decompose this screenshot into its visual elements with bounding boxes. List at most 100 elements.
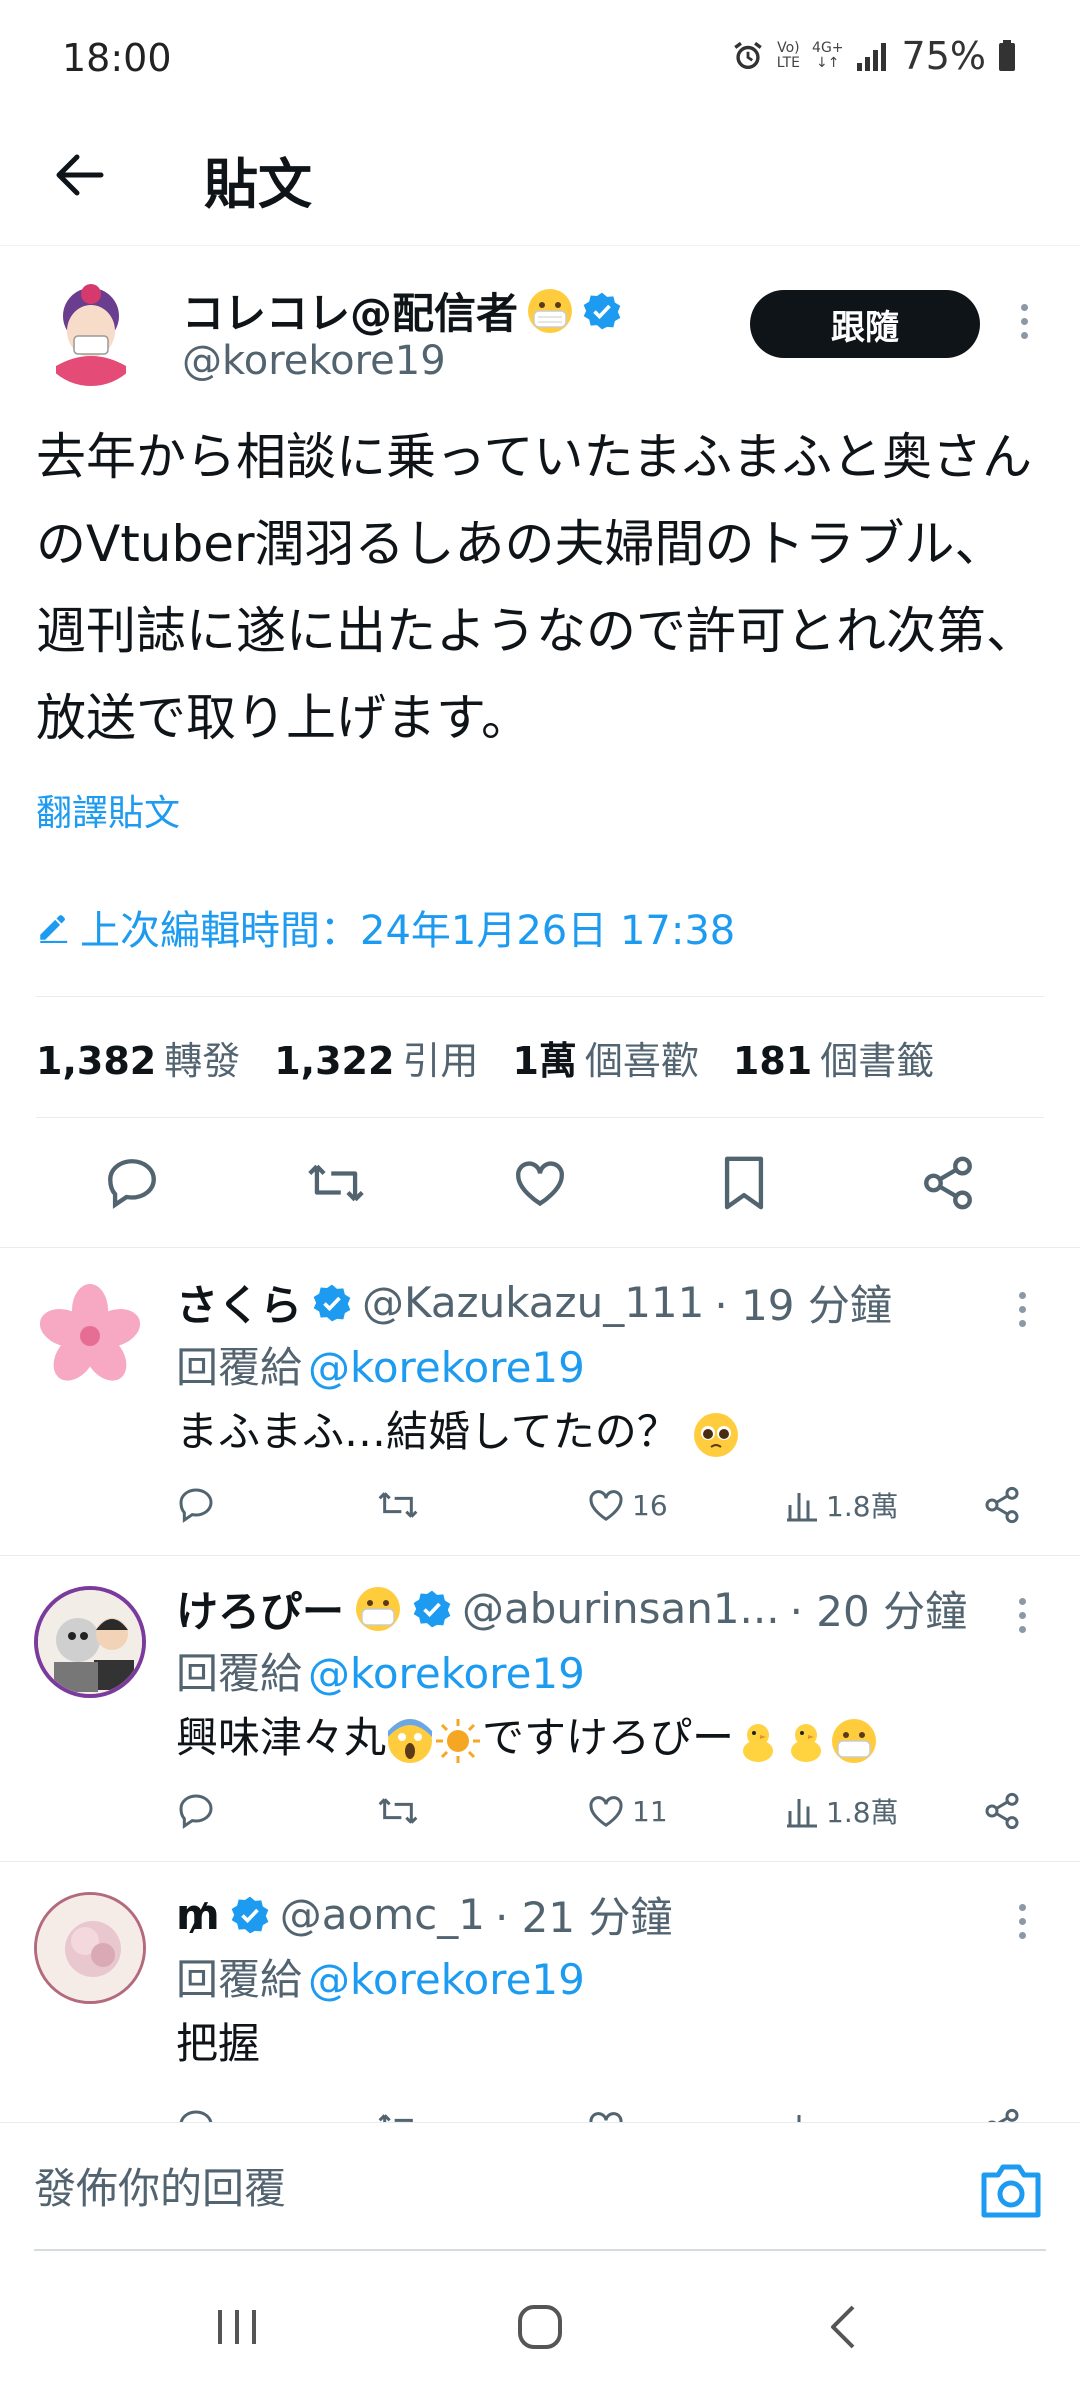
bookmark-button[interactable] (704, 1143, 784, 1223)
reply-more-icon[interactable] (1012, 1904, 1032, 1939)
reply-avatar[interactable] (34, 1586, 146, 1698)
recent-apps-button[interactable] (202, 2292, 272, 2362)
mention-link[interactable]: @korekore19 (308, 1955, 585, 2004)
edited-label: 上次編輯時間：24年1月26日 17:38 (80, 908, 736, 954)
author-avatar[interactable] (36, 276, 146, 386)
reply-header: ₥ @aomc_1 · 21 分鐘 (176, 1884, 1026, 1945)
system-back-button[interactable] (808, 2292, 878, 2362)
reply-composer: 發佈你的回覆 (0, 2122, 1080, 2252)
stat-likes[interactable]: 1萬 個喜歡 (512, 1030, 698, 1085)
home-button[interactable] (505, 2292, 575, 2362)
reply-views[interactable]: 1.8萬 (784, 1791, 899, 1831)
alarm-icon (733, 41, 762, 70)
retweet-icon (378, 1492, 418, 1518)
reply-like-button[interactable]: 16 (586, 1485, 668, 1525)
reply-icon (108, 1158, 156, 1209)
translate-link[interactable]: 翻譯貼文 (36, 784, 180, 836)
scream-face-emoji (388, 1718, 433, 1763)
engagement-stats: 1,382 轉發 1,322 引用 1萬 個喜歡 181 個書籤 (36, 996, 1044, 1118)
home-icon (518, 2305, 562, 2349)
reply-text: 把握 (176, 2019, 261, 2068)
reply-item[interactable]: ₥ @aomc_1 · 21 分鐘 回覆給 @korekore19 把握 (0, 1862, 1080, 2122)
reply-icon (179, 2110, 213, 2122)
stat-bookmarks[interactable]: 181 個書籤 (733, 1030, 934, 1085)
author-handle: @korekore19 (182, 338, 446, 384)
reply-reply-button[interactable] (176, 1791, 216, 1831)
follow-button[interactable]: 跟隨 (750, 290, 980, 358)
reply-author-handle: @Kazukazu_111 (362, 1278, 705, 1327)
analytics-icon (787, 1493, 817, 1522)
reply-header: さくら @Kazukazu_111 · 19 分鐘 (176, 1272, 1026, 1333)
reply-author-handle: @aomc_1 (279, 1890, 485, 1939)
reply-like-button[interactable]: 11 (586, 1791, 668, 1831)
reply-share-button[interactable] (982, 1791, 1022, 1831)
mention-link[interactable]: @korekore19 (308, 1649, 585, 1698)
retweet-icon (308, 1164, 364, 1201)
reply-time: · 19 分鐘 (714, 1281, 892, 1330)
stat-retweets[interactable]: 1,382 轉發 (36, 1030, 240, 1085)
verified-badge-icon (313, 1284, 351, 1321)
heart-icon (516, 1160, 564, 1206)
reply-item[interactable]: けろぴー @aburinsan1... · 20 分鐘 回覆給 @korekore… (0, 1556, 1080, 1862)
reply-author-name[interactable]: ₥ (176, 1890, 220, 1939)
tweet-text: 去年から相談に乗っていたまふまふと奥さんのVtuber潤羽るしあの夫婦間のトラブ… (36, 428, 1036, 747)
reply-header: けろぴー @aburinsan1... · 20 分鐘 (176, 1578, 1026, 1639)
reply-actions (176, 2102, 1036, 2122)
reply-avatar[interactable] (34, 1892, 146, 2004)
page-title: 貼文 (204, 153, 312, 216)
camera-icon (981, 2164, 1041, 2218)
retweet-icon (378, 1798, 418, 1824)
mask-face-emoji (832, 1718, 877, 1763)
mask-face-emoji (356, 1586, 401, 1631)
signal-icon (856, 43, 886, 71)
reply-share-button[interactable] (982, 2107, 1022, 2122)
reply-input[interactable]: 發佈你的回覆 (34, 2155, 286, 2216)
reply-avatar[interactable] (34, 1280, 146, 1392)
network-gen-indicator: 4G+ ↓↑ (812, 40, 844, 71)
reply-views[interactable]: 1.8萬 (784, 1485, 899, 1525)
author-name: コレコレ@配信者 (182, 289, 519, 338)
reply-to: 回覆給 @korekore19 (176, 1343, 585, 1392)
status-bar: 18:00 Vo) LTE 4G+ ↓↑ 75% (0, 0, 1080, 118)
sun-emoji (436, 1718, 481, 1763)
reply-like-button[interactable] (586, 2107, 626, 2122)
share-button[interactable] (908, 1143, 988, 1223)
reply-author-handle: @aburinsan1... (462, 1584, 780, 1633)
mask-face-emoji (528, 288, 573, 333)
reply-actions: 16 1.8萬 (176, 1480, 1036, 1530)
reply-icon (179, 1794, 213, 1829)
author-name-row[interactable]: コレコレ@配信者 (182, 280, 622, 341)
reply-author-name[interactable]: けろぴー (176, 1578, 344, 1639)
battery-percent: 75% (901, 34, 986, 78)
system-navigation-bar (0, 2252, 1080, 2400)
back-button[interactable] (44, 140, 114, 210)
share-icon (987, 2108, 1019, 2122)
edited-indicator[interactable]: 上次編輯時間：24年1月26日 17:38 (36, 898, 735, 956)
tweet-actions (0, 1118, 1080, 1248)
camera-button[interactable] (978, 2161, 1044, 2221)
chick-emoji (791, 1723, 822, 1762)
reply-views[interactable] (784, 2109, 820, 2122)
heart-icon (589, 1796, 623, 1827)
reply-button[interactable] (92, 1143, 172, 1223)
bookmark-icon (724, 1156, 764, 1209)
reply-retweet-button[interactable] (376, 2107, 420, 2122)
volte-indicator: Vo) LTE (776, 40, 801, 71)
share-icon (985, 1792, 1019, 1830)
reply-reply-button[interactable] (176, 1485, 216, 1525)
more-options-icon[interactable] (1014, 304, 1034, 339)
like-button[interactable] (500, 1143, 580, 1223)
reply-more-icon[interactable] (1012, 1598, 1032, 1633)
reply-more-icon[interactable] (1012, 1292, 1032, 1327)
reply-author-name[interactable]: さくら (176, 1272, 302, 1333)
retweet-button[interactable] (296, 1143, 376, 1223)
reply-reply-button[interactable] (176, 2107, 216, 2122)
reply-item[interactable]: さくら @Kazukazu_111 · 19 分鐘 回覆給 @korekore19… (0, 1250, 1080, 1556)
mention-link[interactable]: @korekore19 (308, 1343, 585, 1392)
reply-retweet-button[interactable] (376, 1791, 420, 1831)
stat-quotes[interactable]: 1,322 引用 (274, 1030, 478, 1085)
reply-share-button[interactable] (982, 1485, 1022, 1525)
chick-emoji (743, 1723, 774, 1762)
reply-retweet-button[interactable] (376, 1485, 420, 1525)
analytics-icon (797, 2115, 801, 2122)
